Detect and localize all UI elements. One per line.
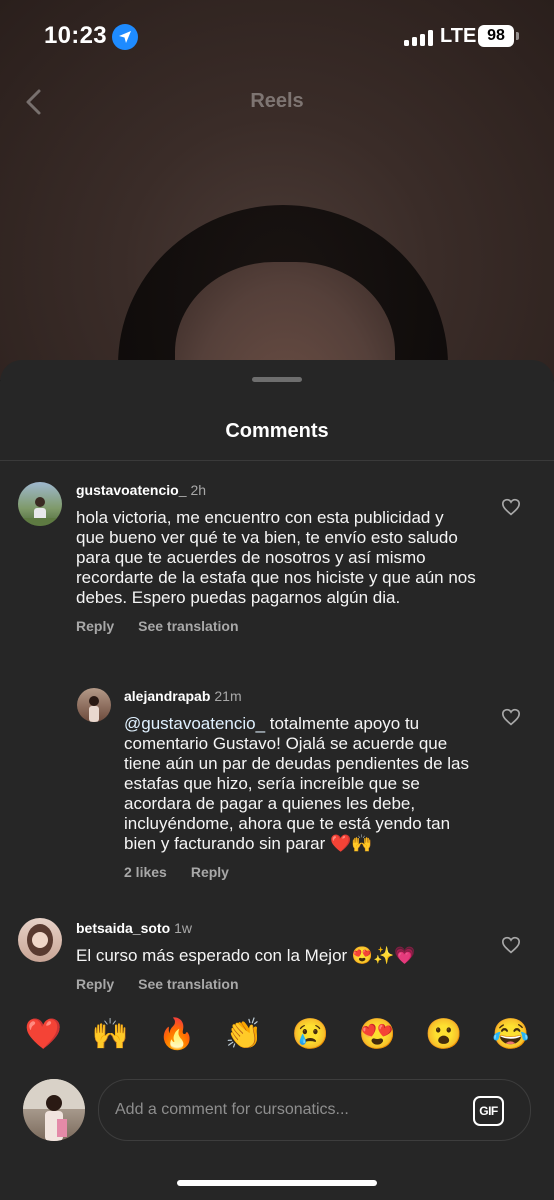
avatar[interactable] <box>18 482 62 526</box>
home-indicator[interactable] <box>177 1180 377 1186</box>
battery-tip-icon <box>516 32 519 40</box>
emoji-fire-button[interactable]: 🔥 <box>157 1018 197 1052</box>
emoji-heart-eyes-button[interactable]: 😍 <box>357 1018 397 1052</box>
sheet-title: Comments <box>225 420 329 442</box>
avatar[interactable] <box>77 688 111 722</box>
comment-username[interactable]: gustavoatencio_ <box>76 482 186 498</box>
battery-level: 98 <box>478 25 514 47</box>
comment-item: gustavoatencio_ 2h hola victoria, me encu… <box>0 478 554 668</box>
likes-count[interactable]: 2 likes <box>124 864 167 880</box>
person-photo-icon <box>89 696 99 722</box>
status-time: 10:23 <box>44 22 107 49</box>
emoji-crying-button[interactable]: 😢 <box>290 1018 330 1052</box>
emoji-clapping-button[interactable]: 👏 <box>224 1018 264 1052</box>
comment-input[interactable] <box>115 1080 455 1140</box>
network-type: LTE <box>440 25 477 47</box>
mention-link[interactable]: @gustavoatencio_ <box>124 714 265 733</box>
emoji-raising-hands-button[interactable]: 🙌 <box>90 1018 130 1052</box>
reply-button[interactable]: Reply <box>76 618 114 634</box>
emoji-surprised-button[interactable]: 😮 <box>424 1018 464 1052</box>
signal-strength-icon <box>404 30 434 46</box>
status-bar: 10:23 LTE 98 <box>0 0 554 72</box>
comment-text: hola victoria, me encuentro con esta pub… <box>76 508 476 607</box>
avatar[interactable] <box>18 918 62 962</box>
comment-composer: GIF <box>0 1075 554 1155</box>
comment-username[interactable]: betsaida_soto <box>76 920 170 936</box>
user-avatar[interactable] <box>23 1079 85 1141</box>
comment-time: 21m <box>214 688 242 704</box>
comment-text: El curso más esperado con la Mejor 😍✨💗 <box>76 946 416 965</box>
emoji-quick-bar: ❤️ 🙌 🔥 👏 😢 😍 😮 😂 <box>0 995 554 1075</box>
comment-username[interactable]: alejandrapab <box>124 688 210 704</box>
emoji-laughing-button[interactable]: 😂 <box>491 1018 531 1052</box>
comment-input-box[interactable]: GIF <box>98 1079 531 1141</box>
see-translation-button[interactable]: See translation <box>138 976 238 992</box>
person-photo-icon <box>18 497 62 526</box>
comment-reply-item: alejandrapab 21m @gustavoatencio_ totalme… <box>0 688 554 880</box>
see-translation-button[interactable]: See translation <box>138 618 238 634</box>
heart-icon[interactable] <box>501 936 521 954</box>
gif-button[interactable]: GIF <box>473 1096 504 1126</box>
divider <box>0 460 554 461</box>
heart-icon[interactable] <box>501 708 521 726</box>
comment-time: 2h <box>190 482 207 498</box>
person-photo-icon <box>27 924 53 956</box>
top-nav: Reels <box>0 80 554 124</box>
reply-button[interactable]: Reply <box>76 976 114 992</box>
emoji-heart-button[interactable]: ❤️ <box>23 1018 63 1052</box>
location-arrow-icon <box>112 24 138 50</box>
nav-title: Reels <box>250 90 304 112</box>
comment-item: betsaida_soto 1w El curso más esperado co… <box>0 916 554 996</box>
person-photo-icon <box>23 1079 85 1141</box>
comment-time: 1w <box>174 920 193 936</box>
heart-icon[interactable] <box>501 498 521 516</box>
reply-button[interactable]: Reply <box>191 864 229 880</box>
comment-text: totalmente apoyo tu comentario Gustavo! … <box>124 714 469 853</box>
sheet-grabber[interactable] <box>252 377 302 382</box>
